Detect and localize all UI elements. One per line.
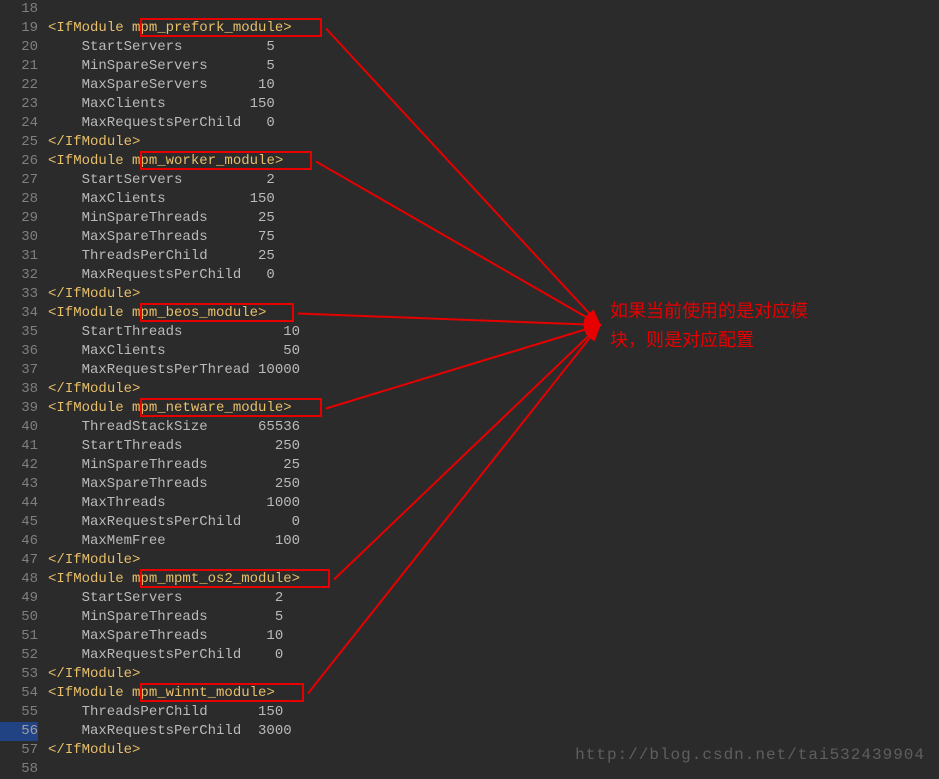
line-number: 48 bbox=[0, 570, 38, 589]
code-line[interactable] bbox=[48, 0, 939, 19]
line-number: 58 bbox=[0, 760, 38, 779]
code-line[interactable]: MaxRequestsPerChild 0 bbox=[48, 114, 939, 133]
code-line[interactable]: </IfModule> bbox=[48, 551, 939, 570]
line-number: 49 bbox=[0, 589, 38, 608]
line-number: 43 bbox=[0, 475, 38, 494]
code-line[interactable]: <IfModule mpm_beos_module> bbox=[48, 304, 939, 323]
code-line[interactable]: StartThreads 250 bbox=[48, 437, 939, 456]
line-number: 31 bbox=[0, 247, 38, 266]
line-number: 28 bbox=[0, 190, 38, 209]
code-line[interactable]: <IfModule mpm_netware_module> bbox=[48, 399, 939, 418]
line-number: 51 bbox=[0, 627, 38, 646]
line-number: 20 bbox=[0, 38, 38, 57]
line-number: 35 bbox=[0, 323, 38, 342]
code-line[interactable] bbox=[48, 760, 939, 779]
line-number: 32 bbox=[0, 266, 38, 285]
line-number: 46 bbox=[0, 532, 38, 551]
code-line[interactable]: MaxClients 150 bbox=[48, 190, 939, 209]
code-line[interactable]: StartServers 2 bbox=[48, 589, 939, 608]
code-line[interactable]: <IfModule mpm_mpmt_os2_module> bbox=[48, 570, 939, 589]
line-number: 40 bbox=[0, 418, 38, 437]
line-number: 47 bbox=[0, 551, 38, 570]
code-line[interactable]: MinSpareThreads 25 bbox=[48, 456, 939, 475]
line-number: 27 bbox=[0, 171, 38, 190]
code-line[interactable]: MinSpareThreads 25 bbox=[48, 209, 939, 228]
line-number: 52 bbox=[0, 646, 38, 665]
code-line[interactable]: MaxRequestsPerChild 0 bbox=[48, 646, 939, 665]
code-line[interactable]: ThreadStackSize 65536 bbox=[48, 418, 939, 437]
code-line[interactable]: MinSpareServers 5 bbox=[48, 57, 939, 76]
line-number: 45 bbox=[0, 513, 38, 532]
code-line[interactable]: MaxThreads 1000 bbox=[48, 494, 939, 513]
code-line[interactable]: MaxSpareThreads 250 bbox=[48, 475, 939, 494]
line-number: 29 bbox=[0, 209, 38, 228]
line-number: 24 bbox=[0, 114, 38, 133]
code-area[interactable]: <IfModule mpm_prefork_module> StartServe… bbox=[48, 0, 939, 774]
code-line[interactable]: MaxRequestsPerChild 0 bbox=[48, 513, 939, 532]
line-number: 50 bbox=[0, 608, 38, 627]
line-number: 53 bbox=[0, 665, 38, 684]
code-line[interactable]: MaxSpareThreads 10 bbox=[48, 627, 939, 646]
line-number: 55 bbox=[0, 703, 38, 722]
code-line[interactable]: </IfModule> bbox=[48, 741, 939, 760]
code-line[interactable]: MaxSpareThreads 75 bbox=[48, 228, 939, 247]
line-number: 38 bbox=[0, 380, 38, 399]
code-line[interactable]: MaxClients 150 bbox=[48, 95, 939, 114]
line-number: 39 bbox=[0, 399, 38, 418]
code-line[interactable]: MaxClients 50 bbox=[48, 342, 939, 361]
code-line[interactable]: StartThreads 10 bbox=[48, 323, 939, 342]
line-number: 42 bbox=[0, 456, 38, 475]
line-number: 21 bbox=[0, 57, 38, 76]
line-number: 22 bbox=[0, 76, 38, 95]
line-number: 36 bbox=[0, 342, 38, 361]
code-line[interactable]: MaxMemFree 100 bbox=[48, 532, 939, 551]
line-number: 30 bbox=[0, 228, 38, 247]
code-line[interactable]: <IfModule mpm_prefork_module> bbox=[48, 19, 939, 38]
line-number: 26 bbox=[0, 152, 38, 171]
line-number: 25 bbox=[0, 133, 38, 152]
code-line[interactable]: MaxRequestsPerThread 10000 bbox=[48, 361, 939, 380]
line-number: 18 bbox=[0, 0, 38, 19]
code-line[interactable]: </IfModule> bbox=[48, 285, 939, 304]
line-number-gutter: 1819202122232425262728293031323334353637… bbox=[0, 0, 48, 774]
line-number: 37 bbox=[0, 361, 38, 380]
line-number: 41 bbox=[0, 437, 38, 456]
code-editor[interactable]: 1819202122232425262728293031323334353637… bbox=[0, 0, 939, 774]
code-line[interactable]: MaxRequestsPerChild 0 bbox=[48, 266, 939, 285]
line-number: 57 bbox=[0, 741, 38, 760]
code-line[interactable]: <IfModule mpm_winnt_module> bbox=[48, 684, 939, 703]
line-number: 44 bbox=[0, 494, 38, 513]
code-line[interactable]: </IfModule> bbox=[48, 665, 939, 684]
line-number: 54 bbox=[0, 684, 38, 703]
code-line[interactable]: </IfModule> bbox=[48, 380, 939, 399]
code-line[interactable]: </IfModule> bbox=[48, 133, 939, 152]
code-line[interactable]: MaxRequestsPerChild 3000 bbox=[48, 722, 939, 741]
code-line[interactable]: StartServers 5 bbox=[48, 38, 939, 57]
code-line[interactable]: StartServers 2 bbox=[48, 171, 939, 190]
line-number: 56 bbox=[0, 722, 38, 741]
code-line[interactable]: ThreadsPerChild 25 bbox=[48, 247, 939, 266]
code-line[interactable]: MaxSpareServers 10 bbox=[48, 76, 939, 95]
line-number: 19 bbox=[0, 19, 38, 38]
line-number: 23 bbox=[0, 95, 38, 114]
code-line[interactable]: ThreadsPerChild 150 bbox=[48, 703, 939, 722]
code-line[interactable]: MinSpareThreads 5 bbox=[48, 608, 939, 627]
line-number: 34 bbox=[0, 304, 38, 323]
line-number: 33 bbox=[0, 285, 38, 304]
code-line[interactable]: <IfModule mpm_worker_module> bbox=[48, 152, 939, 171]
